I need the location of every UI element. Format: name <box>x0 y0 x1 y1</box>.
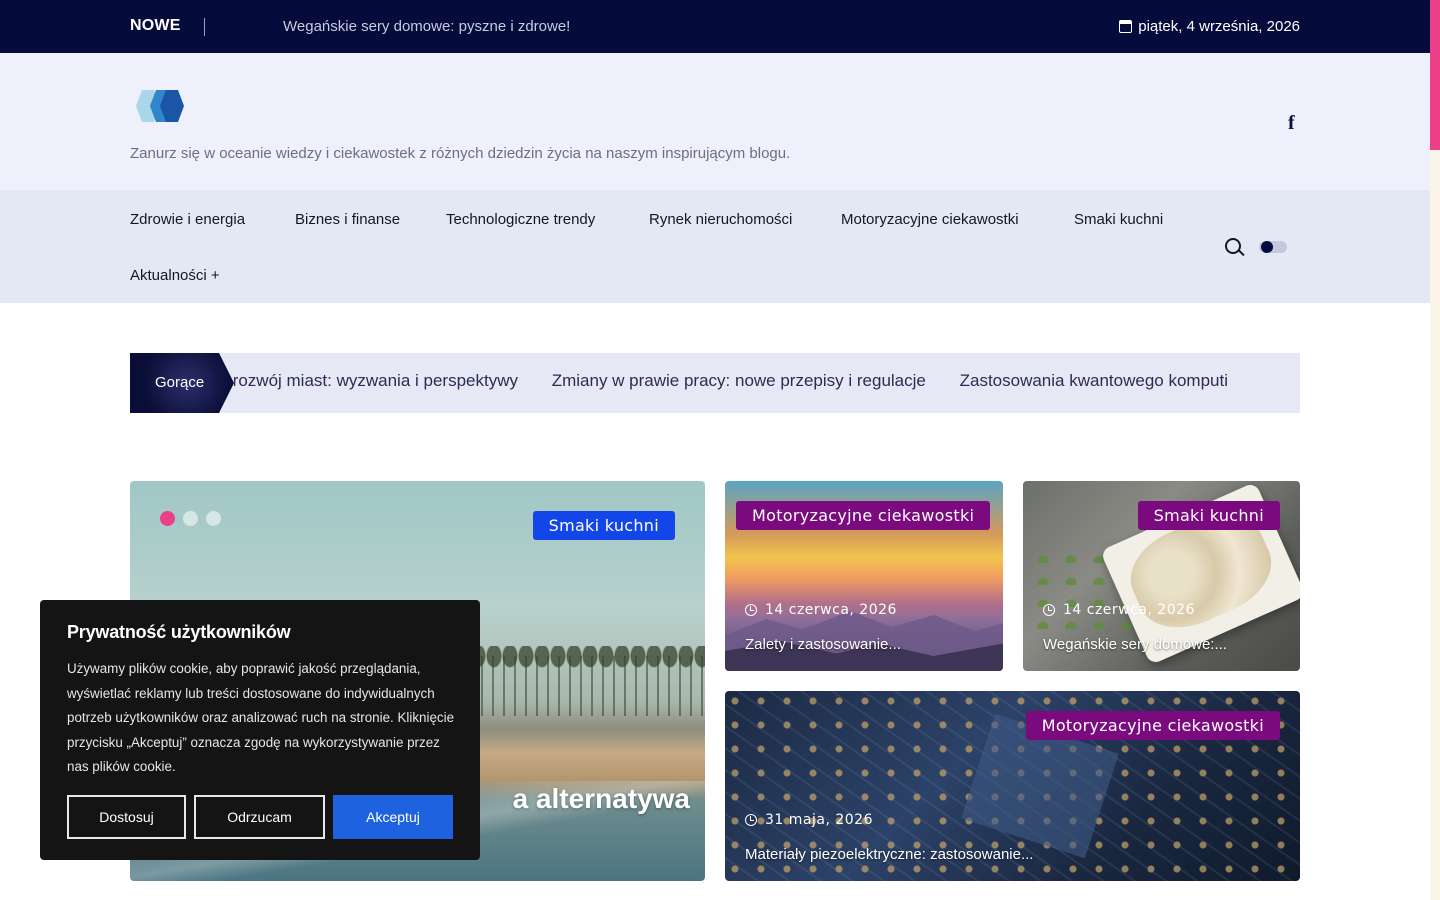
divider <box>204 18 205 36</box>
post-date-text: 31 maja, 2026 <box>765 812 873 828</box>
post-card[interactable]: Smaki kuchni 14 czerwca, 2026 Wegańskie … <box>1023 481 1300 671</box>
image-palm-trunks <box>470 656 705 716</box>
site-header: Zanurz się w oceanie wiedzy i ciekawoste… <box>0 53 1430 190</box>
post-date-text: 14 czerwca, 2026 <box>765 602 897 618</box>
hot-item[interactable]: Zmiany w prawie pracy: nowe przepisy i r… <box>552 371 926 390</box>
slider-dots <box>160 511 221 526</box>
cookie-title: Prywatność użytkowników <box>67 622 291 642</box>
slider-dot-1[interactable] <box>160 511 175 526</box>
category-badge[interactable]: Smaki kuchni <box>532 511 675 540</box>
cookie-consent-dialog: Prywatność użytkowników Używamy plików c… <box>40 600 480 860</box>
category-badge[interactable]: Motoryzacyjne ciekawostki <box>736 501 991 530</box>
clock-icon <box>1043 604 1055 616</box>
hot-item[interactable]: Zastosowania kwantowego komputi <box>960 371 1228 390</box>
post-card[interactable]: Motoryzacyjne ciekawostki 31 maja, 2026 … <box>725 691 1300 881</box>
category-badge[interactable]: Motoryzacyjne ciekawostki <box>1025 711 1280 740</box>
hot-track: ny rozwój miast: wyzwania i perspektywy … <box>234 371 1300 397</box>
nav-item-nieruchomosci[interactable]: Rynek nieruchomości <box>649 211 792 228</box>
date-text: piątek, 4 września, 2026 <box>1138 18 1300 35</box>
customize-button[interactable]: Dostosuj <box>67 795 186 839</box>
scrollbar-thumb[interactable] <box>1430 0 1440 150</box>
nav-item-zdrowie[interactable]: Zdrowie i energia <box>130 211 245 228</box>
post-card[interactable]: Motoryzacyjne ciekawostki 14 czerwca, 20… <box>725 481 1003 671</box>
hot-item[interactable]: ny rozwój miast: wyzwania i perspektywy <box>234 371 518 390</box>
current-date: piątek, 4 września, 2026 <box>1119 18 1300 35</box>
clock-icon <box>745 814 757 826</box>
main-navigation: Zdrowie i energia Biznes i finanse Techn… <box>0 190 1430 303</box>
theme-toggle-knob <box>1261 241 1273 253</box>
post-title[interactable]: Wegańskie sery domowe:... <box>1043 636 1227 653</box>
clock-icon <box>745 604 757 616</box>
calendar-icon <box>1119 20 1133 33</box>
reject-button[interactable]: Odrzucam <box>194 795 325 839</box>
site-tagline: Zanurz się w oceanie wiedzy i ciekawoste… <box>130 145 791 162</box>
nav-item-aktualnosci[interactable]: Aktualności + <box>130 267 220 284</box>
facebook-icon[interactable]: f <box>1288 112 1295 135</box>
post-date: 14 czerwca, 2026 <box>745 602 897 618</box>
nav-item-motoryzacja[interactable]: Motoryzacyjne ciekawostki <box>841 211 1019 228</box>
top-bar: NOWE Wegańskie sery domowe: pyszne i zdr… <box>0 0 1430 53</box>
search-icon[interactable] <box>1225 238 1241 254</box>
post-date: 31 maja, 2026 <box>745 812 873 828</box>
nav-item-smaki-kuchni[interactable]: Smaki kuchni <box>1074 211 1163 228</box>
hot-label: Gorące <box>155 374 205 391</box>
hot-news-ticker: Gorące ny rozwój miast: wyzwania i persp… <box>130 353 1300 413</box>
post-date: 14 czerwca, 2026 <box>1043 602 1195 618</box>
cookie-text: Używamy plików cookie, aby poprawić jako… <box>67 661 455 775</box>
nav-item-technologie[interactable]: Technologiczne trendy <box>446 211 595 228</box>
news-label: NOWE <box>130 17 181 34</box>
post-title[interactable]: Materiały piezoelektryczne: zastosowanie… <box>745 846 1033 863</box>
post-date-text: 14 czerwca, 2026 <box>1063 602 1195 618</box>
slider-dot-3[interactable] <box>206 511 221 526</box>
site-logo[interactable] <box>130 88 192 131</box>
nav-item-biznes[interactable]: Biznes i finanse <box>295 211 400 228</box>
slider-dot-2[interactable] <box>183 511 198 526</box>
accept-button[interactable]: Akceptuj <box>333 795 453 839</box>
post-title[interactable]: Zalety i zastosowanie... <box>745 636 901 653</box>
news-ticker-link[interactable]: Wegańskie sery domowe: pyszne i zdrowe! <box>283 18 570 35</box>
category-badge[interactable]: Smaki kuchni <box>1137 501 1280 530</box>
